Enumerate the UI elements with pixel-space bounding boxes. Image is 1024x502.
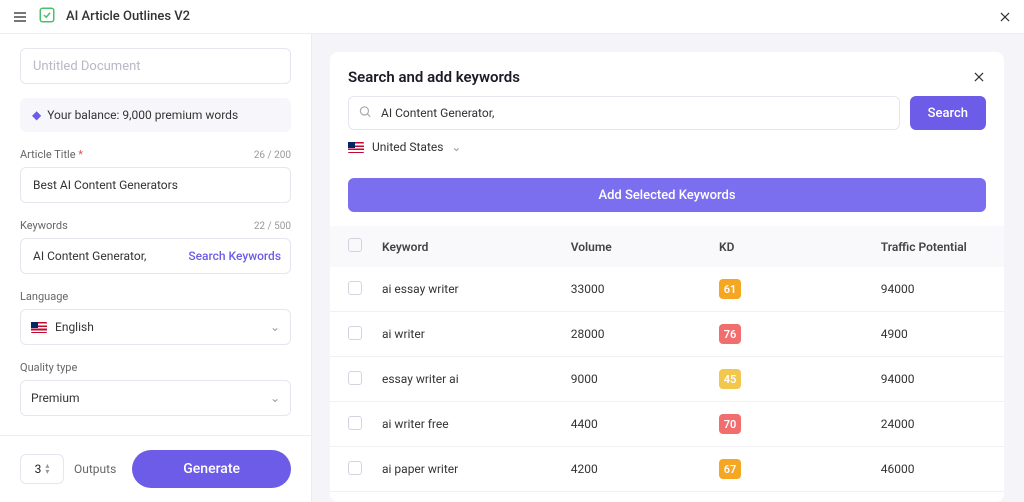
panel-close-icon[interactable] [972,70,986,84]
keywords-table: Keyword Volume KD Traffic Potential ai e… [330,226,1004,502]
row-checkbox[interactable] [348,461,362,475]
chevron-down-icon: ⌄ [451,140,461,154]
row-checkbox[interactable] [348,416,362,430]
article-title-counter: 26 / 200 [254,150,291,161]
search-button[interactable]: Search [910,96,986,130]
cell-traffic: 94000 [871,267,1004,312]
country-select[interactable]: United States ⌄ [348,140,986,154]
generate-button[interactable]: Generate [132,450,291,488]
table-row: ai writer28000764900 [330,312,1004,357]
cell-keyword: ai paper writer [372,447,561,492]
keywords-counter: 22 / 500 [254,221,291,232]
topbar: AI Article Outlines V2 [0,0,1024,34]
col-volume: Volume [561,226,709,267]
table-row: ai essay writer330006194000 [330,267,1004,312]
cell-kd: 61 [709,267,871,312]
cell-kd: 45 [709,357,871,402]
menu-icon[interactable] [12,9,28,25]
balance-banner: ◆ Your balance: 9,000 premium words [20,98,291,132]
cell-volume: 28000 [561,312,709,357]
app-logo-icon [38,6,56,28]
cell-volume: 4400 [561,402,709,447]
cell-volume: 9000 [561,357,709,402]
cell-traffic: 24000 [871,402,1004,447]
chevron-down-icon: ⌄ [270,320,280,334]
row-checkbox[interactable] [348,326,362,340]
language-select[interactable]: English ⌄ [20,309,291,345]
search-icon [358,104,372,123]
cell-traffic: 4900 [871,312,1004,357]
table-row: ai story writer42005912000 [330,492,1004,502]
page-title: AI Article Outlines V2 [66,9,190,24]
col-keyword: Keyword [372,226,561,267]
row-checkbox[interactable] [348,281,362,295]
chevron-down-icon: ⌄ [270,391,280,405]
quality-select[interactable]: Premium ⌄ [20,380,291,416]
table-row: ai writer free44007024000 [330,402,1004,447]
cell-keyword: ai story writer [372,492,561,502]
cell-keyword: ai writer free [372,402,561,447]
cell-keyword: essay writer ai [372,357,561,402]
balance-text: Your balance: 9,000 premium words [47,108,238,122]
keywords-panel: Search and add keywords Search [330,52,1004,502]
article-title-input[interactable] [20,167,291,203]
table-row: ai paper writer42006746000 [330,447,1004,492]
panel-title: Search and add keywords [348,68,520,86]
keywords-label: Keywords [20,219,68,232]
add-selected-button[interactable]: Add Selected Keywords [348,178,986,212]
cell-keyword: ai essay writer [372,267,561,312]
flag-us-icon [31,322,47,333]
document-title-input[interactable] [20,48,291,84]
keywords-table-scroll[interactable]: Keyword Volume KD Traffic Potential ai e… [330,226,1004,502]
bolt-icon: ◆ [32,108,41,122]
cell-keyword: ai writer [372,312,561,357]
quality-label: Quality type [20,361,77,374]
flag-us-icon [348,142,364,153]
cell-traffic: 94000 [871,357,1004,402]
cell-kd: 67 [709,447,871,492]
col-traffic: Traffic Potential [871,226,1004,267]
cell-traffic: 12000 [871,492,1004,502]
close-icon[interactable] [998,10,1012,24]
cell-kd: 70 [709,402,871,447]
sidebar-footer: 3 ▴ ▾ Outputs Generate [0,435,311,502]
outputs-value: 3 [35,462,42,476]
stepper-down-icon[interactable]: ▾ [45,469,49,475]
cell-volume: 33000 [561,267,709,312]
country-value: United States [372,140,443,154]
row-checkbox[interactable] [348,371,362,385]
cell-volume: 4200 [561,447,709,492]
col-kd: KD [709,226,871,267]
outputs-label: Outputs [74,462,116,476]
sidebar: ◆ Your balance: 9,000 premium words Arti… [0,34,312,502]
language-label: Language [20,290,68,303]
select-all-checkbox[interactable] [348,238,362,252]
keyword-search-input[interactable] [348,96,900,130]
outputs-stepper[interactable]: 3 ▴ ▾ [20,454,64,484]
cell-traffic: 46000 [871,447,1004,492]
cell-kd: 76 [709,312,871,357]
cell-kd: 59 [709,492,871,502]
article-title-label: Article Title [20,148,83,161]
table-row: essay writer ai90004594000 [330,357,1004,402]
language-value: English [55,320,94,334]
cell-volume: 4200 [561,492,709,502]
search-keywords-link[interactable]: Search Keywords [188,249,281,263]
quality-value: Premium [31,391,79,405]
